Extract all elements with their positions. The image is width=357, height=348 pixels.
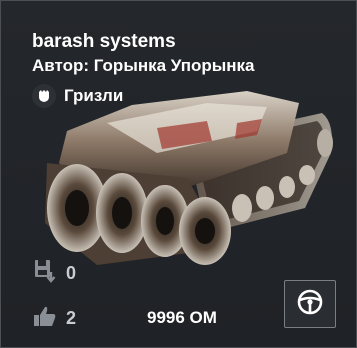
likes-stat: 2 [32,305,76,331]
saves-count: 0 [66,262,77,283]
save-download-icon [32,258,58,289]
price-label: 9996 ОМ [147,308,217,327]
vehicle-image [45,91,333,265]
vehicle-card[interactable]: barash systems Автор: Горынка Упорынка Г… [0,0,357,348]
build-title: barash systems [32,31,176,52]
steering-wheel-icon [295,287,325,322]
saves-stat: 0 [32,258,77,289]
thumbs-up-icon [32,303,58,334]
likes-count: 2 [66,307,77,328]
drive-button[interactable] [284,280,336,328]
author-line: Автор: Горынка Упорынка [32,56,255,75]
